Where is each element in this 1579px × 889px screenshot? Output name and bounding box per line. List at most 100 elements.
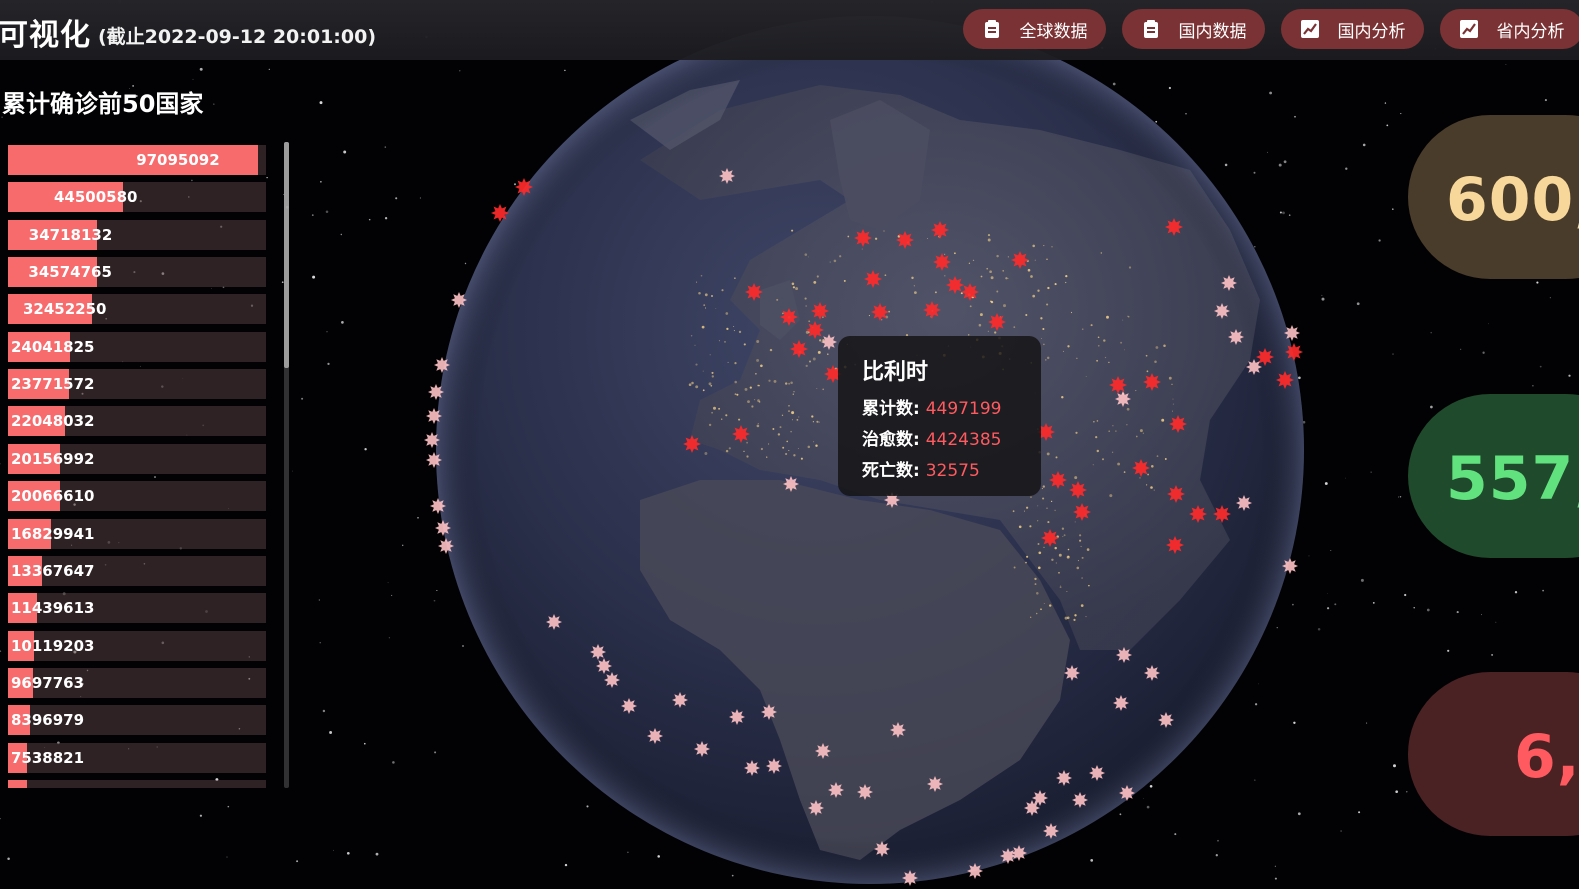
case-marker[interactable] [1116,647,1132,663]
case-marker[interactable] [1032,790,1048,806]
ranking-row[interactable]: 32452250 [8,294,266,325]
case-marker[interactable] [604,672,620,688]
case-marker[interactable] [1072,792,1088,808]
ranking-scrollbar[interactable] [284,142,289,788]
ranking-row[interactable]: 7252240 [8,779,266,788]
case-marker[interactable] [672,692,688,708]
ranking-row[interactable]: 22048032 [8,406,266,437]
case-marker[interactable] [1285,343,1303,361]
ranking-row[interactable]: 34718132 [8,219,266,250]
case-marker[interactable] [811,302,829,320]
case-marker[interactable] [946,276,964,294]
case-marker[interactable] [694,741,710,757]
case-marker[interactable] [927,776,943,792]
case-marker[interactable] [1228,329,1244,345]
case-marker[interactable] [874,841,890,857]
case-marker[interactable] [435,520,451,536]
case-marker[interactable] [896,231,914,249]
nav-domestic-analysis-button[interactable]: 国内分析 [1281,9,1424,49]
case-marker[interactable] [1073,503,1091,521]
case-marker[interactable] [546,614,562,630]
case-marker[interactable] [1069,481,1087,499]
case-marker[interactable] [424,432,440,448]
case-marker[interactable] [1115,391,1131,407]
case-marker[interactable] [744,760,760,776]
case-marker[interactable] [1113,695,1129,711]
case-marker[interactable] [1189,505,1207,523]
case-marker[interactable] [1064,665,1080,681]
case-marker[interactable] [890,722,906,738]
ranking-row[interactable]: 11439613 [8,593,266,624]
case-marker[interactable] [1043,823,1059,839]
case-marker[interactable] [806,321,824,339]
case-marker[interactable] [1000,848,1016,864]
case-marker[interactable] [1041,529,1059,547]
case-marker[interactable] [1276,371,1294,389]
case-marker[interactable] [902,870,918,886]
case-marker[interactable] [451,292,467,308]
case-marker[interactable] [931,221,949,239]
nav-province-analysis-button[interactable]: 省内分析 [1440,9,1579,49]
ranking-row[interactable]: 34574765 [8,257,266,288]
case-marker[interactable] [923,301,941,319]
case-marker[interactable] [1119,785,1135,801]
case-marker[interactable] [783,476,799,492]
case-marker[interactable] [491,204,509,222]
case-marker[interactable] [871,303,889,321]
case-marker[interactable] [1236,495,1252,511]
case-marker[interactable] [1132,459,1150,477]
case-marker[interactable] [590,644,606,660]
case-marker[interactable] [732,425,750,443]
nav-global-data-button[interactable]: 全球数据 [963,9,1106,49]
case-marker[interactable] [729,709,745,725]
case-marker[interactable] [821,334,837,350]
case-marker[interactable] [761,704,777,720]
case-marker[interactable] [857,784,873,800]
case-marker[interactable] [1214,303,1230,319]
ranking-row[interactable]: 44500580 [8,182,266,213]
case-marker[interactable] [1282,558,1298,574]
case-marker[interactable] [780,308,798,326]
case-marker[interactable] [719,168,735,184]
case-marker[interactable] [864,270,882,288]
ranking-row[interactable]: 13367647 [8,555,266,586]
case-marker[interactable] [647,728,663,744]
case-marker[interactable] [1143,373,1161,391]
case-marker[interactable] [596,658,612,674]
case-marker[interactable] [1166,536,1184,554]
case-marker[interactable] [1284,325,1300,341]
ranking-row[interactable]: 97095092 [8,145,266,175]
case-marker[interactable] [1165,218,1183,236]
case-marker[interactable] [961,283,979,301]
case-marker[interactable] [1089,765,1105,781]
case-marker[interactable] [1158,712,1174,728]
case-marker[interactable] [621,698,637,714]
case-marker[interactable] [1049,471,1067,489]
ranking-row[interactable]: 8396979 [8,705,266,736]
case-marker[interactable] [434,357,450,373]
case-marker[interactable] [828,782,844,798]
ranking-row[interactable]: 24041825 [8,331,266,362]
case-marker[interactable] [766,758,782,774]
ranking-row[interactable]: 23771572 [8,369,266,400]
case-marker[interactable] [1056,770,1072,786]
case-marker[interactable] [854,229,872,247]
case-marker[interactable] [1144,665,1160,681]
case-marker[interactable] [426,408,442,424]
nav-domestic-data-button[interactable]: 国内数据 [1122,9,1265,49]
case-marker[interactable] [1246,359,1262,375]
ranking-row[interactable]: 16829941 [8,518,266,549]
ranking-row[interactable]: 7538821 [8,742,266,773]
case-marker[interactable] [428,384,444,400]
case-marker[interactable] [1109,376,1127,394]
case-marker[interactable] [815,743,831,759]
case-marker[interactable] [1024,800,1040,816]
case-marker[interactable] [808,800,824,816]
ranking-scroll-thumb[interactable] [284,142,289,369]
case-marker[interactable] [438,538,454,554]
case-marker[interactable] [988,313,1006,331]
case-marker[interactable] [430,498,446,514]
ranking-row[interactable]: 10119203 [8,630,266,661]
case-marker[interactable] [1167,485,1185,503]
case-marker[interactable] [1011,845,1027,861]
